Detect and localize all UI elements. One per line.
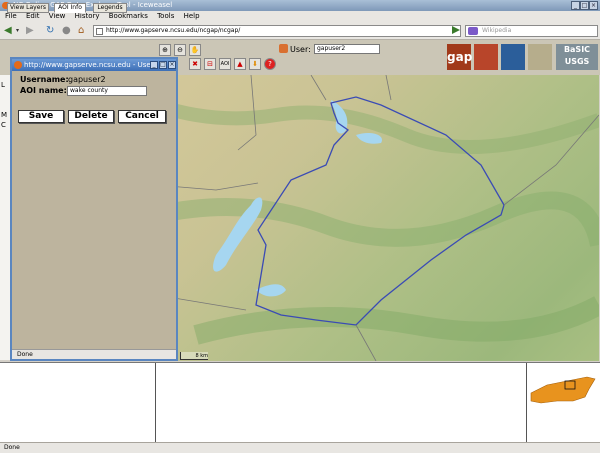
popup-titlebar: http://www.gapserve.ncsu.edu - Use _ □ × [12, 59, 176, 71]
forward-button[interactable]: ▶ [26, 25, 34, 37]
url-text: http://www.gapserve.ncsu.edu/ncgap/ncgap… [106, 27, 241, 34]
bottom-middle-panel [156, 363, 527, 443]
back-button[interactable]: ◀ [4, 25, 12, 37]
bottom-panel [0, 362, 600, 443]
back-dropdown-icon[interactable]: ▾ [16, 25, 19, 37]
aoi-name-label: AOI name: [20, 86, 67, 95]
menu-view[interactable]: View [49, 12, 66, 20]
search-engine-icon[interactable] [468, 27, 478, 35]
pan-hand-icon[interactable]: ✋ [189, 44, 201, 56]
user-label: User: [279, 44, 311, 55]
plant-logo-icon [474, 44, 498, 70]
tab-legends[interactable]: Legends [93, 3, 127, 13]
basic-usgs-logo: BaSIC USGS [556, 44, 598, 70]
menu-edit[interactable]: Edit [26, 12, 40, 20]
aoi-icon[interactable]: AOI [219, 58, 231, 70]
stop-button[interactable]: ● [62, 25, 71, 37]
pdf-icon[interactable]: ▲ [234, 58, 246, 70]
search-box[interactable]: Wikipedia [465, 25, 598, 37]
tab-view-layers[interactable]: View Layers [7, 3, 49, 13]
user-field[interactable]: gapuser2 [314, 44, 380, 54]
aoi-name-input[interactable]: wake county [67, 86, 147, 96]
menu-history[interactable]: History [75, 12, 100, 20]
delete-button[interactable]: Delete [68, 110, 114, 123]
menu-help[interactable]: Help [184, 12, 200, 20]
help-icon[interactable]: ? [264, 58, 276, 70]
lake [256, 284, 286, 297]
download-icon[interactable]: ⬇ [249, 58, 261, 70]
maximize-button[interactable]: □ [580, 1, 589, 10]
delete-aoi-icon[interactable]: ⊟ [204, 58, 216, 70]
popup-status-bar: Done [12, 349, 176, 359]
overview-map-panel [527, 363, 600, 443]
minimize-button[interactable]: _ [571, 1, 580, 10]
tab-aoi-info[interactable]: AOI Info [54, 3, 86, 13]
zoom-out-icon[interactable]: ⊖ [174, 44, 186, 56]
popup-minimize-button[interactable]: _ [150, 61, 158, 69]
window-titlebar: NC Online GAP Data Explorer Tool - Icewe… [0, 0, 600, 11]
left-letter: C [1, 121, 6, 129]
clear-icon[interactable]: ✖ [189, 58, 201, 70]
bottom-left-panel [0, 363, 156, 443]
left-letter: M [1, 111, 8, 119]
usgs-text: USGS [564, 57, 590, 66]
username-label: Username: [20, 75, 69, 84]
browser-status-bar: Done [0, 442, 600, 453]
map-graphics [156, 75, 599, 361]
cancel-button[interactable]: Cancel [118, 110, 166, 123]
url-bar[interactable]: http://www.gapserve.ncsu.edu/ncgap/ncgap… [93, 25, 461, 37]
popup-title: http://www.gapserve.ncsu.edu - Use [24, 61, 151, 69]
reload-button[interactable]: ↻ [46, 25, 54, 37]
contour-logo-icon [528, 44, 552, 70]
menu-bookmarks[interactable]: Bookmarks [109, 12, 148, 20]
user-icon [279, 44, 288, 53]
lake [356, 132, 382, 144]
username-value: gapuser2 [68, 75, 106, 84]
search-placeholder: Wikipedia [482, 27, 512, 34]
bird-logo-icon [501, 44, 525, 70]
zoom-in-icon[interactable]: ⊕ [159, 44, 171, 56]
aoi-popup-window: http://www.gapserve.ncsu.edu - Use _ □ ×… [10, 57, 178, 361]
menu-bar: File Edit View History Bookmarks Tools H… [0, 11, 600, 22]
left-letter: L [1, 81, 5, 89]
firefox-icon [14, 61, 22, 69]
left-panel: L M C [0, 75, 10, 360]
gap-logo: gap [447, 44, 472, 70]
user-label-text: User: [290, 45, 311, 54]
nc-overview-map[interactable] [527, 363, 600, 443]
basic-text: BaSIC [563, 45, 591, 54]
menu-tools[interactable]: Tools [157, 12, 174, 20]
popup-maximize-button[interactable]: □ [159, 61, 167, 69]
map-scale-bar: 8 km [180, 352, 208, 360]
save-button[interactable]: Save [18, 110, 64, 123]
map-view[interactable] [156, 75, 599, 361]
popup-close-button[interactable]: × [168, 61, 176, 69]
menu-file[interactable]: File [5, 12, 17, 20]
close-window-button[interactable]: × [589, 1, 598, 10]
page-icon [96, 28, 103, 35]
home-button[interactable]: ⌂ [78, 25, 84, 37]
navigation-bar: ◀ ▾ ▶ ↻ ● ⌂ http://www.gapserve.ncsu.edu… [0, 22, 600, 40]
